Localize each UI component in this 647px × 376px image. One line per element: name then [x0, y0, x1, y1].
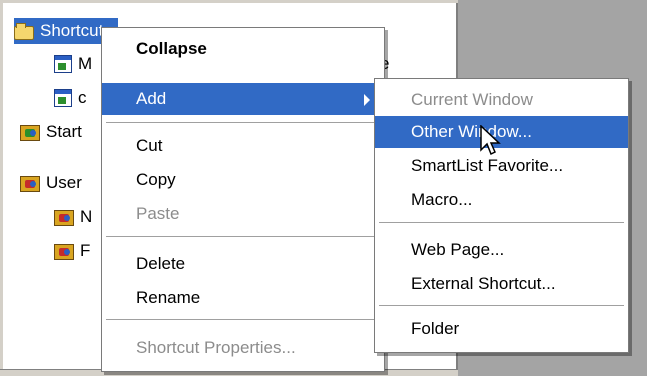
folder-icon	[14, 23, 34, 40]
menu-item-copy[interactable]: Copy	[102, 164, 384, 196]
menu-item-label: External Shortcut...	[411, 274, 556, 293]
menu-separator	[379, 222, 624, 223]
tree-item-label: N	[80, 207, 93, 226]
group-icon	[54, 210, 74, 226]
tree-item-user[interactable]: User	[20, 170, 82, 196]
tree-item-start[interactable]: Start	[20, 119, 82, 145]
menu-item-label: Current Window	[411, 90, 533, 109]
menu-item-label: Collapse	[136, 39, 207, 58]
menu-item-label: Add	[136, 89, 167, 108]
tree-item-n[interactable]: N	[54, 204, 92, 230]
mouse-cursor-icon	[480, 125, 501, 156]
menu-item-label: Macro...	[411, 190, 473, 209]
menu-separator	[379, 305, 624, 306]
tree-item-m[interactable]: M	[54, 51, 92, 77]
submenu-item-web-page[interactable]: Web Page...	[375, 234, 628, 266]
menu-item-label: Other Window...	[411, 122, 532, 141]
menu-item-label: Web Page...	[411, 240, 505, 259]
tree-item-label: M	[78, 54, 93, 73]
menu-item-label: Cut	[136, 136, 163, 155]
submenu-arrow-icon	[364, 94, 370, 106]
menu-item-label: SmartList Favorite...	[411, 156, 564, 175]
menu-separator	[106, 122, 380, 123]
menu-item-add[interactable]: Add	[102, 83, 384, 115]
menu-item-label: Rename	[136, 288, 201, 307]
tree-item-label: User	[46, 173, 82, 192]
submenu-item-folder[interactable]: Folder	[375, 313, 628, 345]
menu-item-label: Delete	[136, 254, 186, 273]
window-icon	[54, 89, 72, 107]
menu-item-label: Folder	[411, 319, 460, 338]
window-icon	[54, 55, 72, 73]
tree-item-label: F	[80, 241, 91, 260]
menu-separator	[106, 236, 380, 237]
tree-item-label: Start	[46, 122, 82, 141]
menu-item-label: Copy	[136, 170, 176, 189]
menu-item-paste[interactable]: Paste	[102, 198, 384, 230]
add-submenu: Current Window Other Window... SmartList…	[374, 78, 629, 353]
submenu-item-external-shortcut[interactable]: External Shortcut...	[375, 268, 628, 300]
panel-frame-top	[0, 0, 458, 3]
menu-separator	[106, 319, 380, 320]
menu-item-shortcut-properties[interactable]: Shortcut Properties...	[102, 332, 384, 364]
menu-item-rename[interactable]: Rename	[102, 282, 384, 314]
context-menu: Collapse Add Cut Copy Paste Delete Renam…	[101, 27, 385, 372]
submenu-item-macro[interactable]: Macro...	[375, 184, 628, 216]
group-icon	[54, 244, 74, 260]
group-icon	[20, 176, 40, 192]
menu-item-delete[interactable]: Delete	[102, 248, 384, 280]
menu-item-cut[interactable]: Cut	[102, 130, 384, 162]
menu-item-collapse[interactable]: Collapse	[102, 33, 384, 65]
panel-frame-left	[0, 0, 3, 376]
group-icon	[20, 125, 40, 141]
menu-item-label: Shortcut Properties...	[136, 338, 296, 357]
tree-item-label: c	[78, 88, 87, 107]
tree-item-c[interactable]: c	[54, 85, 87, 111]
tree-item-f[interactable]: F	[54, 238, 90, 264]
submenu-item-current-window[interactable]: Current Window	[375, 84, 628, 116]
menu-item-label: Paste	[136, 204, 180, 223]
